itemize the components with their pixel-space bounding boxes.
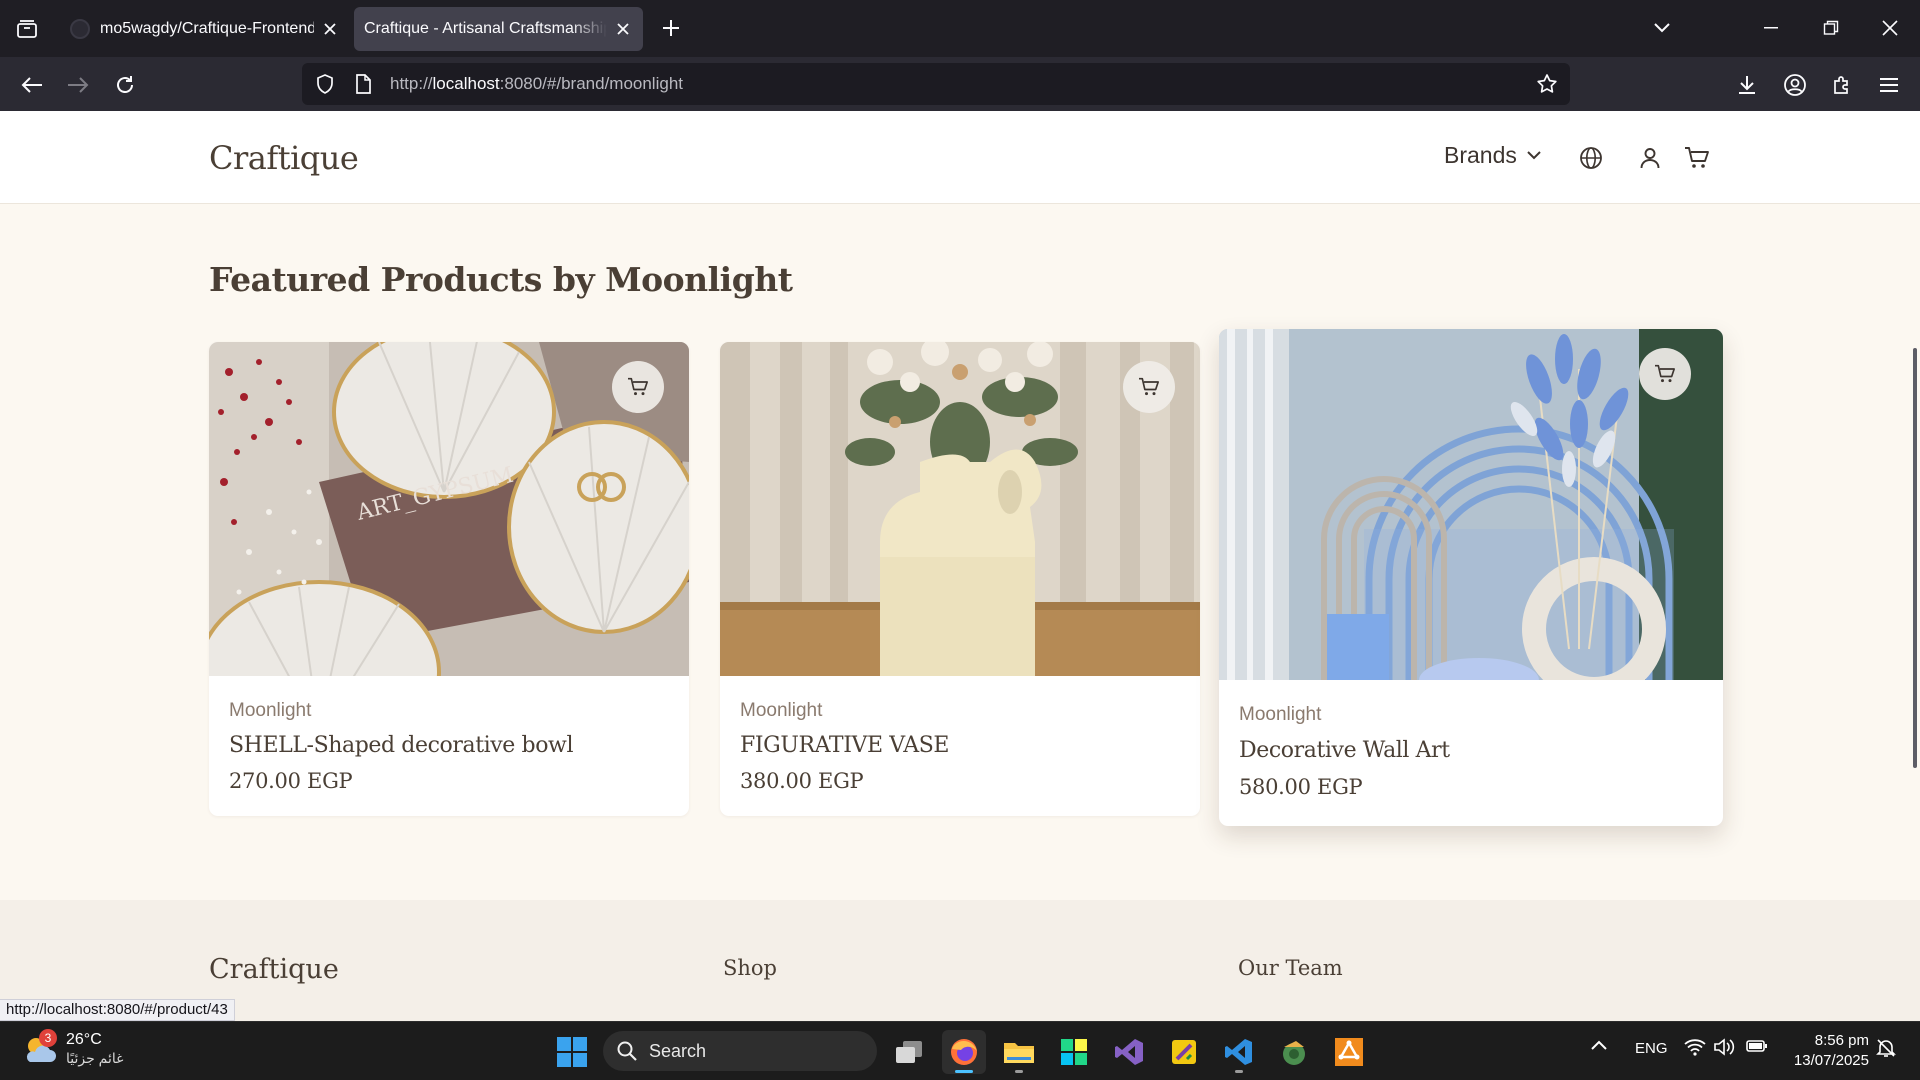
footer-heading-shop: Shop: [723, 956, 777, 980]
add-to-cart-button[interactable]: [1639, 348, 1691, 400]
link-status-url: http://localhost:8080/#/product/43: [0, 999, 235, 1021]
wifi-icon[interactable]: [1684, 1038, 1706, 1060]
site-header: Craftique Brands: [0, 111, 1920, 204]
account-icon[interactable]: [1777, 67, 1813, 103]
site-footer: Craftique Shop Our Team: [0, 900, 1920, 1021]
notifications-bell-icon[interactable]: [1876, 1038, 1896, 1062]
product-card[interactable]: Moonlight FIGURATIVE VASE 380.00 EGP: [720, 342, 1200, 816]
tab-craftique[interactable]: Craftique - Artisanal Craftsmanship for: [354, 7, 643, 51]
tab-title: Craftique - Artisanal Craftsmanship for: [364, 20, 607, 37]
tab-list-icon[interactable]: [8, 12, 46, 46]
product-brand: Moonlight: [229, 700, 312, 721]
pycharm-app-icon[interactable]: [1052, 1030, 1096, 1074]
cart-icon: [1655, 364, 1675, 383]
product-brand: Moonlight: [1239, 704, 1322, 725]
weather-widget[interactable]: 3 26°C غائم جزئيًا: [22, 1029, 124, 1068]
file-explorer-icon[interactable]: [997, 1030, 1041, 1074]
shield-icon[interactable]: [310, 69, 340, 99]
windows-start-icon[interactable]: [556, 1036, 588, 1068]
url-text[interactable]: http://localhost:8080/#/brand/moonlight: [390, 74, 683, 94]
close-icon[interactable]: [320, 19, 340, 39]
taskbar-search-box[interactable]: Search: [603, 1031, 877, 1071]
vscode-app-icon[interactable]: [1217, 1030, 1261, 1074]
chevron-down-icon: [1527, 151, 1541, 160]
product-name[interactable]: FIGURATIVE VASE: [740, 733, 949, 758]
search-icon: [617, 1041, 637, 1061]
footer-logo[interactable]: Craftique: [209, 954, 339, 985]
downloads-icon[interactable]: [1729, 67, 1765, 103]
clock-date: 13/07/2025: [1793, 1052, 1869, 1069]
app-icon-globe[interactable]: [1272, 1030, 1316, 1074]
visual-studio-icon[interactable]: [1107, 1030, 1151, 1074]
bookmark-star-icon[interactable]: [1532, 69, 1562, 99]
tab-overflow-chevron-icon[interactable]: [1642, 8, 1682, 48]
firefox-app-icon[interactable]: [942, 1030, 986, 1074]
app-icon-orange[interactable]: [1327, 1030, 1371, 1074]
clock-time: 8:56 pm: [1814, 1032, 1869, 1049]
add-to-cart-button[interactable]: [1123, 361, 1175, 413]
user-icon[interactable]: [1635, 143, 1665, 173]
extensions-puzzle-icon[interactable]: [1824, 67, 1860, 103]
reload-icon[interactable]: [107, 67, 143, 103]
close-icon[interactable]: [613, 19, 633, 39]
cart-icon: [1139, 377, 1159, 396]
tray-overflow-chevron-icon[interactable]: [1590, 1038, 1608, 1055]
restore-icon[interactable]: [1811, 8, 1851, 48]
window-close-icon[interactable]: [1870, 8, 1910, 48]
page-scrollbar[interactable]: [1913, 348, 1917, 768]
browser-tab-bar: mo5wagdy/Craftique-Frontend Craftique - …: [0, 0, 1920, 57]
weather-desc: غائم جزئيًا: [66, 1050, 124, 1066]
forward-arrow-icon[interactable]: [60, 67, 96, 103]
site-logo[interactable]: Craftique: [209, 139, 359, 177]
product-card[interactable]: Moonlight Decorative Wall Art 580.00 EGP: [1219, 329, 1723, 826]
product-price: 270.00 EGP: [229, 769, 353, 793]
product-name[interactable]: SHELL-Shaped decorative bowl: [229, 733, 574, 758]
product-price: 380.00 EGP: [740, 769, 864, 793]
globe-icon[interactable]: [1576, 143, 1606, 173]
search-label: Search: [649, 1040, 707, 1061]
weather-badge: 3: [39, 1029, 57, 1047]
page-viewport: Craftique Brands Featured Products by Mo…: [0, 111, 1920, 1021]
minimize-icon[interactable]: [1751, 8, 1791, 48]
sticky-notes-app-icon[interactable]: [1162, 1030, 1206, 1074]
tab-title: mo5wagdy/Craftique-Frontend: [100, 20, 314, 37]
product-brand: Moonlight: [740, 700, 823, 721]
volume-icon[interactable]: [1714, 1038, 1736, 1060]
weather-temp: 26°C: [66, 1031, 102, 1048]
section-title: Featured Products by Moonlight: [209, 260, 793, 299]
github-favicon-icon: [70, 19, 90, 39]
brands-dropdown[interactable]: Brands: [1444, 142, 1541, 169]
taskbar-clock[interactable]: 8:56 pm 13/07/2025: [1785, 1031, 1869, 1071]
product-name[interactable]: Decorative Wall Art: [1239, 738, 1450, 763]
product-price: 580.00 EGP: [1239, 775, 1363, 799]
battery-icon[interactable]: [1746, 1038, 1768, 1058]
task-view-icon[interactable]: [887, 1030, 931, 1074]
back-arrow-icon[interactable]: [14, 67, 50, 103]
menu-hamburger-icon[interactable]: [1871, 67, 1907, 103]
cart-icon[interactable]: [1682, 143, 1712, 173]
address-bar[interactable]: http://localhost:8080/#/brand/moonlight: [302, 63, 1570, 105]
cart-icon: [628, 377, 648, 396]
brands-label: Brands: [1444, 142, 1517, 168]
new-tab-plus-icon[interactable]: [655, 12, 687, 44]
weather-cloud-icon: 3: [22, 1029, 60, 1068]
browser-nav-bar: http://localhost:8080/#/brand/moonlight: [0, 57, 1920, 111]
windows-taskbar: 3 26°C غائم جزئيًا Search ENG 8:56 pm 13…: [0, 1021, 1920, 1080]
tab-github[interactable]: mo5wagdy/Craftique-Frontend: [60, 7, 350, 51]
page-info-icon[interactable]: [348, 69, 378, 99]
add-to-cart-button[interactable]: [612, 361, 664, 413]
footer-heading-team: Our Team: [1238, 956, 1343, 980]
product-card[interactable]: ART_GYPSUM Moonlight SHELL-Shaped decora…: [209, 342, 689, 816]
language-indicator[interactable]: ENG: [1635, 1040, 1668, 1057]
